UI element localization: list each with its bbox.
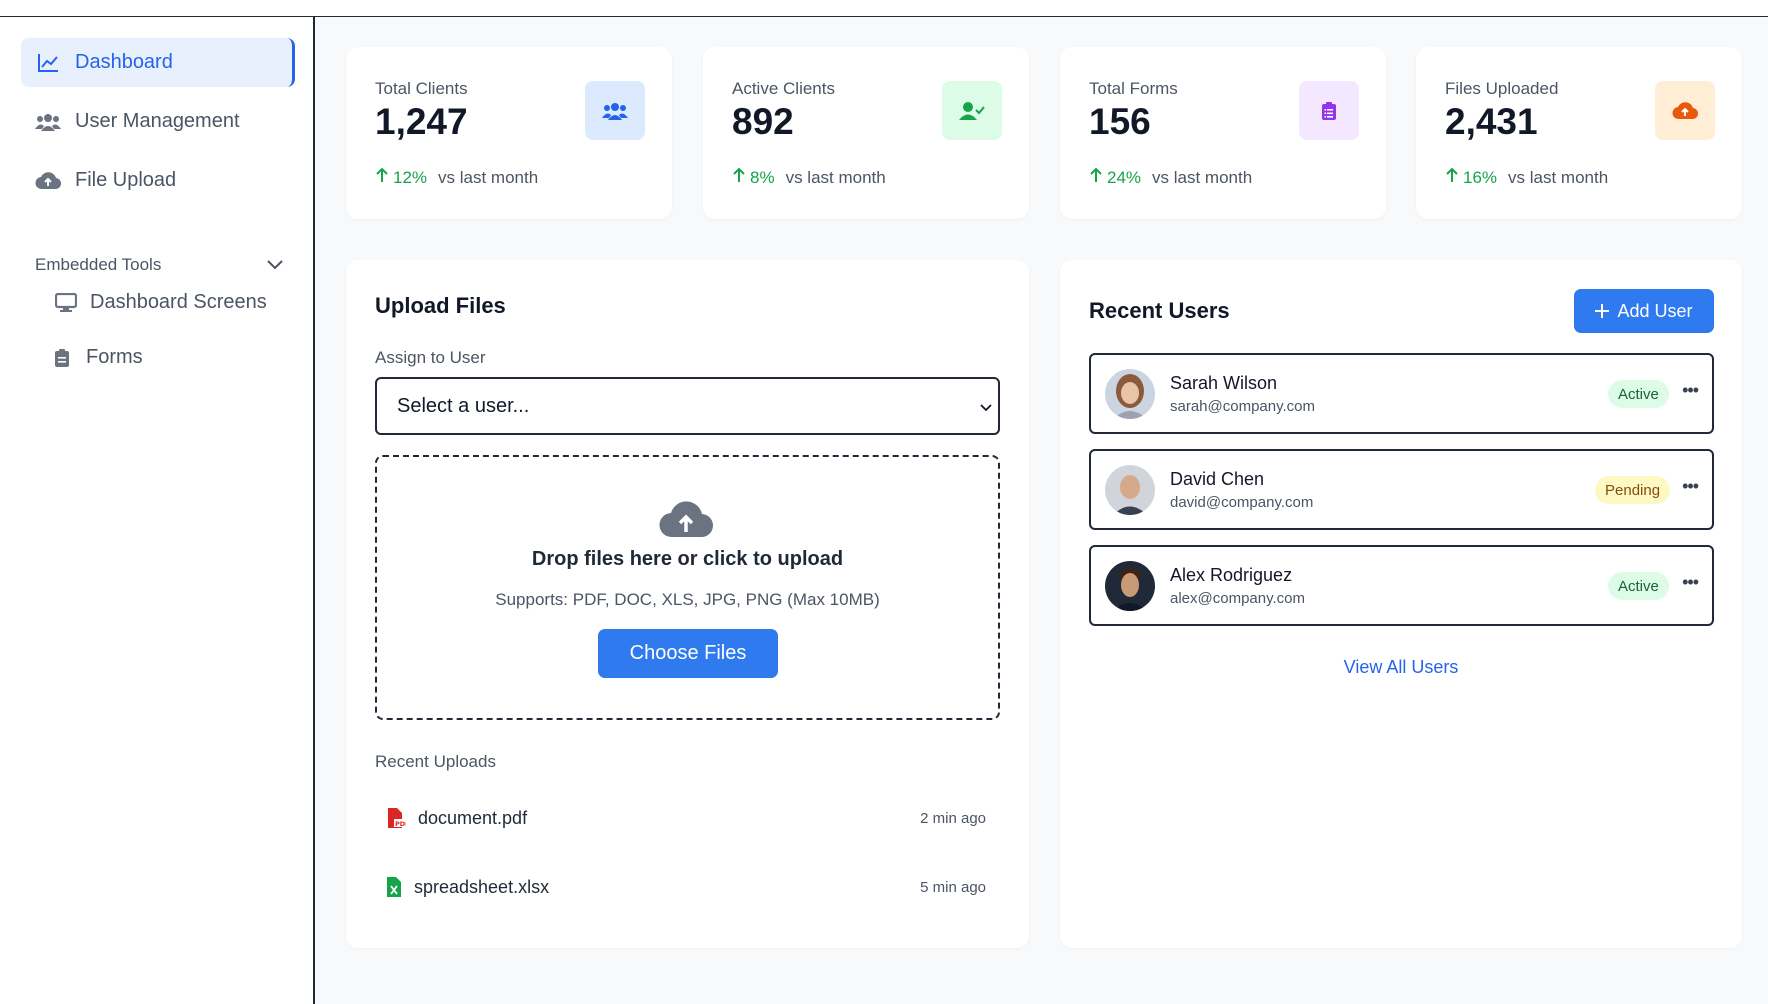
user-email: sarah@company.com: [1170, 398, 1316, 415]
user-email: david@company.com: [1170, 494, 1314, 511]
user-check-icon: [942, 81, 1002, 140]
view-all-users-link[interactable]: View All Users: [1060, 657, 1742, 678]
section-label: Embedded Tools: [35, 255, 162, 274]
recent-users-title: Recent Users: [1089, 298, 1230, 323]
stat-label: Total Clients: [375, 79, 468, 98]
delta-comparison: vs last month: [785, 167, 886, 187]
add-user-button[interactable]: Add User: [1574, 289, 1714, 333]
stat-label: Active Clients: [732, 79, 835, 98]
delta-percent: 24%: [1107, 167, 1142, 187]
clipboard-icon: [50, 347, 74, 369]
recent-users-panel: Recent Users Add User Sarah Wilson sarah…: [1060, 260, 1742, 948]
avatar: [1105, 369, 1155, 419]
sidebar-item-label: Dashboard Screens: [90, 291, 267, 313]
sidebar-item-file-upload[interactable]: File Upload: [21, 156, 295, 205]
stat-delta: 8% vs last month: [732, 167, 886, 188]
user-name: Sarah Wilson: [1170, 373, 1278, 393]
stat-card-active-clients: Active Clients 892 8% vs last month: [703, 47, 1029, 219]
users-icon: [585, 81, 645, 140]
sidebar-item-dashboard-screens[interactable]: Dashboard Screens: [54, 291, 267, 314]
user-email: alex@company.com: [1170, 590, 1305, 607]
more-options-icon[interactable]: •••: [1682, 380, 1699, 401]
dropzone-title: Drop files here or click to upload: [531, 548, 844, 570]
sidebar-item-label: Dashboard: [75, 51, 173, 73]
embedded-tools-section-toggle[interactable]: Embedded Tools: [35, 255, 283, 275]
arrow-up-icon: [375, 167, 389, 188]
file-pdf-icon: PDF: [386, 807, 406, 829]
more-options-icon[interactable]: •••: [1682, 476, 1699, 497]
stat-label: Files Uploaded: [1445, 79, 1559, 98]
sidebar-item-label: Forms: [86, 346, 143, 368]
plus-icon: [1595, 304, 1610, 318]
sidebar-item-label: User Management: [75, 110, 240, 132]
user-name: David Chen: [1170, 469, 1265, 489]
assign-user-select[interactable]: Select a user...: [375, 377, 1000, 435]
stat-card-total-forms: Total Forms 156 24% vs last month: [1060, 47, 1386, 219]
arrow-up-icon: [732, 167, 746, 188]
delta-comparison: vs last month: [1508, 167, 1609, 187]
stat-label: Total Forms: [1089, 79, 1178, 98]
sidebar: Dashboard User Management File Upload Em…: [0, 17, 315, 1004]
avatar: [1105, 561, 1155, 611]
sidebar-item-label: File Upload: [75, 169, 177, 191]
stat-delta: 16% vs last month: [1445, 167, 1608, 188]
upload-file-name: spreadsheet.xlsx: [414, 876, 550, 897]
select-value: Select a user...: [397, 394, 530, 417]
chart-line-icon: [35, 52, 61, 74]
chevron-down-icon: [980, 395, 992, 418]
user-row[interactable]: Alex Rodriguez alex@company.com Active •…: [1089, 545, 1714, 626]
sidebar-item-user-management[interactable]: User Management: [21, 97, 295, 146]
cloud-upload-icon: [1655, 81, 1715, 140]
stat-value: 892: [732, 101, 794, 142]
upload-file-name: document.pdf: [418, 807, 528, 828]
upload-file-entry: spreadsheet.xlsx: [386, 876, 549, 898]
sidebar-item-forms[interactable]: Forms: [50, 346, 143, 369]
svg-text:PDF: PDF: [395, 820, 406, 828]
file-excel-icon: [386, 876, 402, 898]
delta-percent: 12%: [393, 167, 428, 187]
upload-time: 5 min ago: [920, 878, 986, 896]
delta-comparison: vs last month: [1152, 167, 1253, 187]
more-options-icon[interactable]: •••: [1682, 572, 1699, 593]
dropzone-supported-formats: Supports: PDF, DOC, XLS, JPG, PNG (Max 1…: [495, 590, 880, 609]
delta-comparison: vs last month: [438, 167, 539, 187]
users-icon: [35, 111, 61, 133]
stat-value: 1,247: [375, 101, 468, 142]
sidebar-item-dashboard[interactable]: Dashboard: [21, 38, 295, 87]
clipboard-list-icon: [1299, 81, 1359, 140]
window-top-bar: [0, 0, 1768, 17]
cloud-upload-icon: [658, 499, 714, 544]
upload-time: 2 min ago: [920, 809, 986, 827]
assign-user-label: Assign to User: [375, 348, 486, 367]
arrow-up-icon: [1445, 167, 1459, 188]
upload-panel-title: Upload Files: [375, 293, 506, 318]
user-row[interactable]: David Chen david@company.com Pending •••: [1089, 449, 1714, 530]
upload-files-panel: Upload Files Assign to User Select a use…: [346, 260, 1029, 948]
delta-percent: 16%: [1463, 167, 1498, 187]
user-name: Alex Rodriguez: [1170, 565, 1293, 585]
stat-card-total-clients: Total Clients 1,247 12% vs last month: [346, 47, 672, 219]
recent-upload-item[interactable]: spreadsheet.xlsx 5 min ago: [386, 876, 986, 898]
stat-delta: 24% vs last month: [1089, 167, 1252, 188]
add-user-label: Add User: [1617, 300, 1693, 321]
file-dropzone[interactable]: Drop files here or click to upload Suppo…: [375, 455, 1000, 720]
choose-files-button[interactable]: Choose Files: [598, 629, 778, 678]
upload-file-entry: PDF document.pdf: [386, 807, 527, 829]
recent-upload-item[interactable]: PDF document.pdf 2 min ago: [386, 807, 986, 829]
stat-delta: 12% vs last month: [375, 167, 538, 188]
user-row[interactable]: Sarah Wilson sarah@company.com Active ••…: [1089, 353, 1714, 434]
cloud-upload-icon: [35, 170, 61, 192]
stat-card-files-uploaded: Files Uploaded 2,431 16% vs last month: [1416, 47, 1742, 219]
status-badge: Active: [1608, 572, 1669, 600]
avatar: [1105, 465, 1155, 515]
monitor-icon: [54, 292, 78, 314]
recent-uploads-label: Recent Uploads: [375, 752, 496, 771]
status-badge: Active: [1608, 380, 1669, 408]
stat-value: 2,431: [1445, 101, 1538, 142]
arrow-up-icon: [1089, 167, 1103, 188]
chevron-down-icon: [267, 255, 283, 275]
stat-value: 156: [1089, 101, 1151, 142]
status-badge: Pending: [1595, 476, 1671, 504]
delta-percent: 8%: [750, 167, 775, 187]
